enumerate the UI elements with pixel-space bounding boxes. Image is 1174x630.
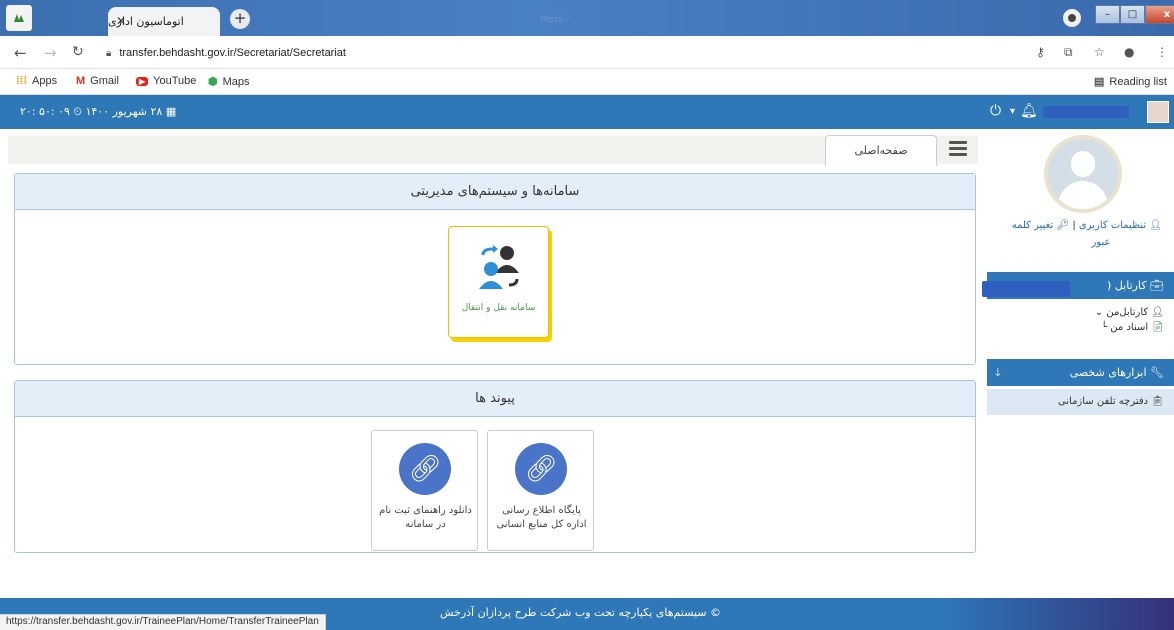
change-password-link-2[interactable]: عبور <box>990 234 1162 251</box>
bookmark-label: YouTube <box>153 75 197 87</box>
browser-app-icon[interactable] <box>6 5 32 31</box>
reading-list-label: Reading list <box>1109 75 1167 88</box>
username-redacted <box>1043 106 1129 118</box>
key-icon[interactable]: ⚷ <box>1036 45 1045 59</box>
transfer-system-card[interactable]: سامانه نقل و انتقال <box>448 226 549 338</box>
footer-copyright: © سیستم‌های یکپارچه تحت وب شرکت طرح پردا… <box>440 606 722 619</box>
url-field[interactable]: 🔒︎ transfer.behdasht.gov.ir/Secretariat/… <box>96 41 1021 65</box>
reading-list-button[interactable]: ▤ Reading list <box>1094 75 1167 89</box>
bookmark-label: Gmail <box>90 75 119 87</box>
link-card-registration-guide[interactable]: 🔗︎ دانلود راهنمای ثبت نام در سامانه <box>371 430 478 551</box>
links-panel: پیوند ها 🔗︎ پایگاه اطلاع رسانی اداره کل … <box>14 380 976 553</box>
phonebook-item[interactable]: 📋︎ دفترچه تلفن سازمانی <box>987 389 1174 415</box>
hamburger-menu-icon[interactable] <box>949 141 967 156</box>
header-datetime: ▦ ۲۸ شهریور ۱۴۰۰ ⏲ ۰۹ :۵۰ :۲۰ <box>20 105 176 119</box>
link-icon: 🔗︎ <box>515 443 567 495</box>
separator: | <box>1072 220 1076 231</box>
personal-tools-section-header[interactable]: 🔧︎ ابزارهای شخصی 🡓 <box>987 359 1174 386</box>
down-arrow-icon: 🡓 <box>995 366 1001 379</box>
tab-close-icon[interactable]: ✕ <box>116 14 126 28</box>
links-panel-title: پیوند ها <box>15 381 975 417</box>
dropdown-caret-icon[interactable]: ▾ <box>1010 106 1015 117</box>
reading-list-icon: ▤ <box>1094 76 1105 88</box>
tree-item-label: اسناد من <box>1110 322 1149 333</box>
tree-item-my-documents[interactable]: 📄︎ اسناد من └ <box>987 320 1164 335</box>
bookmarks-bar: ⁞⁞⁞ Apps M Gmail ▶ YouTube ⬢ Maps ▤ Read… <box>0 69 1174 95</box>
bookmark-maps[interactable]: ⬢ Maps <box>208 75 250 89</box>
address-bar: ← → ↻ 🔒︎ transfer.behdasht.gov.ir/Secret… <box>0 36 1174 69</box>
power-icon[interactable]: ⏻ <box>990 103 1001 119</box>
calendar-icon: ▦ <box>162 105 177 118</box>
maps-icon: ⬢ <box>208 76 218 88</box>
status-bar-url: https://transfer.behdasht.gov.ir/Trainee… <box>0 614 326 630</box>
maximize-button[interactable]: □ <box>1120 5 1145 24</box>
systems-panel: سامانه‌ها و سیستم‌های مدیریتی سامانه نقل… <box>14 173 976 365</box>
briefcase-icon: 💼︎ <box>1146 279 1164 292</box>
menu-icon[interactable]: ⋮ <box>1156 45 1168 59</box>
user-settings-links: 👤︎ تنظیمات کاربری | 🔑︎ تغییر کلمه عبور <box>990 217 1170 251</box>
browser-tab-active[interactable]: ✕ اتوماسیون اداری <box>108 7 220 36</box>
back-icon[interactable]: ← <box>14 44 27 62</box>
link-icon: 🔗︎ <box>399 443 451 495</box>
tools-title: ابزارهای شخصی <box>1069 366 1147 379</box>
url-text: transfer.behdasht.gov.ir/Secretariat/Sec… <box>119 47 346 59</box>
bookmark-label: Apps <box>32 75 58 87</box>
change-password-link[interactable]: تغییر کلمه <box>1012 220 1054 231</box>
user-tie-icon: 👤︎ <box>1148 307 1164 318</box>
bookmark-gmail[interactable]: M Gmail <box>76 75 119 87</box>
transfer-users-icon <box>479 245 519 289</box>
forward-icon[interactable]: → <box>44 44 57 62</box>
gmail-icon: M <box>76 75 86 87</box>
cartable-name-redacted <box>982 281 1070 297</box>
window-controls: – □ x <box>1095 5 1174 24</box>
systems-panel-title: سامانه‌ها و سیستم‌های مدیریتی <box>15 174 975 210</box>
profile-avatar[interactable] <box>1044 135 1122 213</box>
phonebook-icon: 📋︎ <box>1148 396 1164 407</box>
tree-item-label: کارتابل‌من <box>1106 307 1149 318</box>
document-user-icon: 📄︎ <box>1148 322 1164 333</box>
datetime-text: ۲۸ شهریور ۱۴۰۰ ⏲ ۰۹ :۵۰ :۲۰ <box>20 105 163 118</box>
wrench-icon: 🔧︎ <box>1146 366 1164 379</box>
bookmark-apps[interactable]: ⁞⁞⁞ Apps <box>16 75 57 87</box>
tab-home[interactable]: صفحه‌اصلی <box>825 135 937 166</box>
translate-icon[interactable]: ⧉ <box>1064 45 1073 60</box>
tree-item-my-cartable[interactable]: 👤︎ کارتابل‌من ⌄ <box>987 305 1164 320</box>
browser-titlebar: ✕ اتوماسیون اداری + Mozil - ... – □ x <box>0 0 1174 36</box>
link-card-label: پایگاه اطلاع رسانی اداره کل منابع انسانی <box>496 505 587 530</box>
cartable-tree: 👤︎ کارتابل‌من ⌄ 📄︎ اسناد من └ <box>987 305 1174 335</box>
bookmark-youtube[interactable]: ▶ YouTube <box>136 75 196 87</box>
key-small-icon: 🔑︎ <box>1056 220 1070 231</box>
link-card-label: دانلود راهنمای ثبت نام در سامانه <box>379 505 472 530</box>
user-icon: 👤︎ <box>1146 220 1162 231</box>
lock-icon: 🔒︎ <box>106 47 112 59</box>
star-icon[interactable]: ☆ <box>1094 45 1105 59</box>
app-header: ▦ ۲۸ شهریور ۱۴۰۰ ⏲ ۰۹ :۵۰ :۲۰ ⏻ ▾ 🔔︎ <box>0 95 1174 129</box>
header-avatar[interactable] <box>1147 101 1169 123</box>
chevron-down-icon: ⌄ <box>1094 307 1104 318</box>
link-card-hr-portal[interactable]: 🔗︎ پایگاه اطلاع رسانی اداره کل منابع انس… <box>487 430 594 551</box>
window-title: Mozil - ... <box>540 15 581 25</box>
close-window-button[interactable]: x <box>1145 5 1174 24</box>
account-icon[interactable]: ● <box>1124 45 1134 59</box>
bell-icon[interactable]: 🔔︎ <box>1020 103 1038 119</box>
bookmark-label: Maps <box>222 75 250 88</box>
youtube-icon: ▶ <box>136 76 149 86</box>
browser-profile-icon[interactable] <box>1063 9 1081 27</box>
reload-icon[interactable]: ↻ <box>72 44 84 60</box>
transfer-card-label: سامانه نقل و انتقال <box>461 303 536 313</box>
user-settings-link[interactable]: تنظیمات کاربری <box>1079 220 1146 231</box>
cartable-title: کارتابل ( <box>1107 279 1147 292</box>
phonebook-label: دفترچه تلفن سازمانی <box>1057 396 1149 407</box>
new-tab-button[interactable]: + <box>230 9 250 29</box>
tree-branch-icon: └ <box>1101 322 1108 333</box>
apps-grid-icon: ⁞⁞⁞ <box>16 75 27 87</box>
minimize-button[interactable]: – <box>1095 5 1120 24</box>
